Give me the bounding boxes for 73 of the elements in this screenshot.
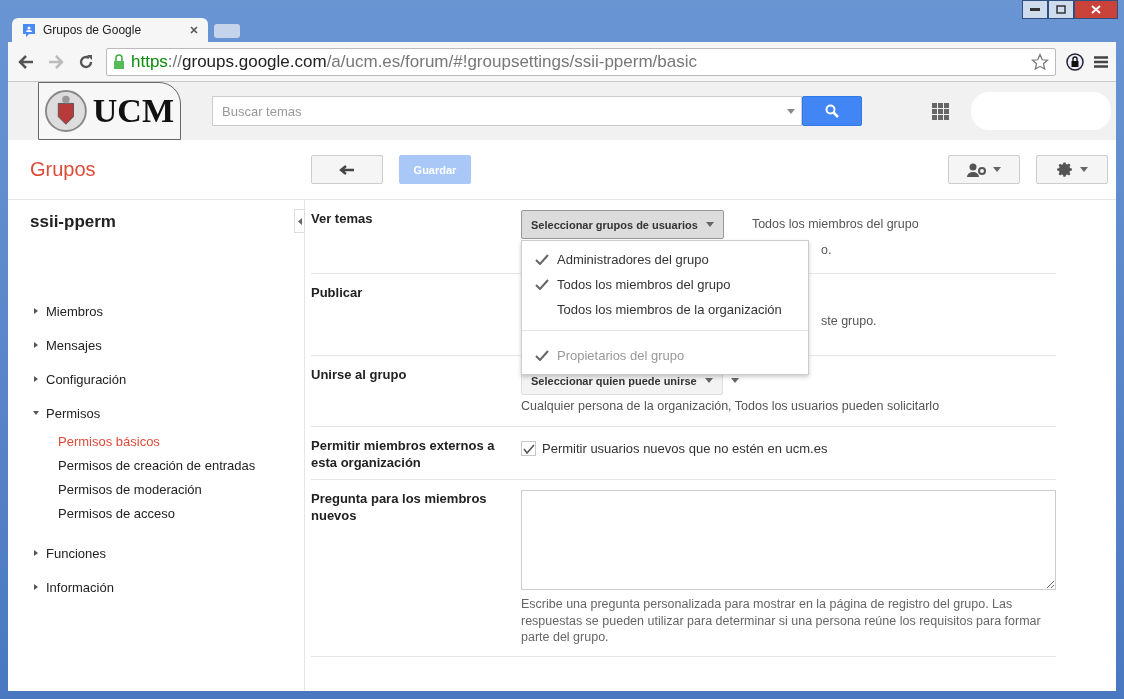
caret-icon (704, 378, 713, 383)
expand-arrow-icon (33, 342, 39, 348)
caret-icon (787, 108, 795, 114)
setting-label: Ver temas (311, 210, 374, 228)
browser-tab[interactable]: Grupos de Google (12, 18, 208, 42)
star-icon[interactable] (1031, 52, 1049, 71)
members-button[interactable] (948, 155, 1020, 184)
caret-icon (1079, 167, 1088, 172)
close-icon (1091, 5, 1101, 14)
apps-grid-icon[interactable] (932, 102, 949, 120)
setting-value: Todos los miembros del grupo (751, 216, 919, 231)
checkbox-label: Permitir usuarios nuevos que no estén en ucm.es (542, 440, 828, 458)
close-button[interactable] (1074, 0, 1118, 19)
caret-icon (993, 167, 1001, 172)
menu-item[interactable]: Todos los miembros de la organización (522, 297, 808, 322)
sidebar-item[interactable]: Funciones (30, 536, 304, 570)
setting-label: Publicar (311, 284, 364, 302)
minimize-button[interactable] (1022, 0, 1048, 19)
address-bar[interactable]: https://groups.google.com/a/ucm.es/forum/#!groupsettings/ssii-pperm/basic (106, 47, 1056, 76)
expand-arrow-icon (33, 308, 39, 314)
menu-item[interactable]: Administradores del grupo (522, 247, 808, 272)
setting-value: Cualquier persona de la organización, Todos los usuarios pueden solicitarlo (521, 399, 940, 413)
setting-label: Pregunta para los miembros nuevos (311, 490, 488, 525)
back-arrow-icon (339, 164, 355, 175)
checkmark-icon (535, 254, 549, 265)
expand-arrow-icon (33, 550, 39, 556)
maximize-button[interactable] (1048, 0, 1074, 19)
maximize-icon (1056, 5, 1066, 14)
checkbox[interactable] (521, 441, 536, 456)
groups-icon (22, 23, 36, 37)
back-button[interactable] (311, 155, 383, 184)
sidebar-subitem[interactable]: Permisos básicos (30, 430, 304, 454)
sidebar-item[interactable]: Permisos (30, 396, 304, 430)
tab-title: Grupos de Google (43, 23, 143, 37)
checkmark-icon (535, 350, 549, 361)
checkmark-icon (535, 279, 549, 290)
sidebar-item[interactable]: Miembros (30, 294, 304, 328)
setting-label: Unirse al grupo (311, 366, 408, 384)
lock-icon (113, 54, 125, 69)
settings-icon (1056, 161, 1074, 178)
group-name: ssii-pperm (30, 212, 116, 232)
url-text: https://groups.google.com/a/ucm.es/forum/#!groupsettings/ssii-pperm/basic (131, 51, 698, 72)
collapse-handle[interactable] (294, 209, 305, 233)
expand-arrow-icon (33, 584, 39, 590)
select-button[interactable]: Seleccionar grupos de usuarios (521, 210, 724, 239)
back-icon[interactable] (16, 54, 36, 69)
crest-icon (45, 87, 87, 135)
question-field[interactable] (521, 490, 1056, 590)
setting-note: ste grupo. (821, 314, 877, 328)
setting-label: Permitir miembros externos a esta organización (311, 437, 496, 471)
sidebar-subitem[interactable]: Permisos de moderación (30, 478, 304, 502)
sidebar-subitem[interactable]: Permisos de creación de entradas (30, 454, 304, 478)
logo-text: UCM (92, 92, 174, 130)
caret-icon (730, 378, 739, 383)
settings-button[interactable] (1036, 155, 1108, 184)
minimize-icon (1030, 7, 1040, 12)
sidebar-subitem[interactable]: Permisos de acceso (30, 502, 304, 526)
caret-icon (705, 222, 714, 227)
search-button[interactable] (802, 96, 862, 126)
sidebar-item[interactable]: Configuración (30, 362, 304, 396)
close-icon[interactable] (190, 26, 198, 34)
setting-note: o. (821, 243, 832, 257)
sidebar-item[interactable]: Mensajes (30, 328, 304, 362)
help-text: Escribe una pregunta personalizada para mostrar en la página de registro del grupo. Las respuestas se pueden utilizar para determinar si una persona reúne los requisitos para formar parte del grupo. (521, 596, 1042, 646)
menu-item[interactable]: Todos los miembros del grupo (522, 272, 808, 297)
app-title: Grupos (29, 158, 97, 181)
person-gear-icon (967, 162, 987, 177)
expand-arrow-icon (33, 410, 39, 416)
menu-icon[interactable] (1094, 55, 1108, 68)
lock-badge-icon[interactable] (1066, 52, 1084, 71)
sidebar-item[interactable]: Información (30, 570, 304, 604)
expand-arrow-icon (33, 376, 39, 382)
search-icon (825, 104, 839, 118)
